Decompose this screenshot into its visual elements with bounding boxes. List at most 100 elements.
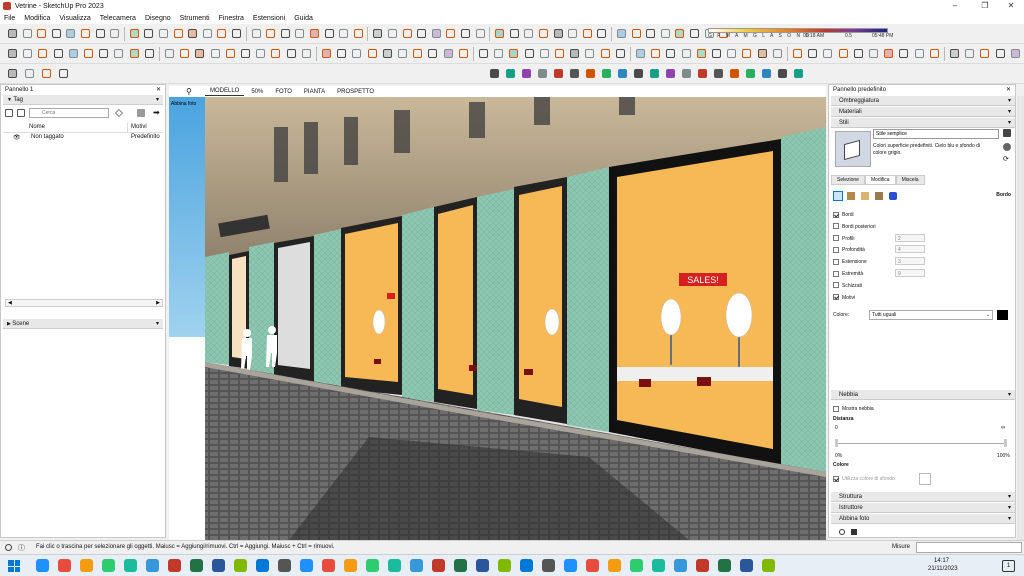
menu-view[interactable]: Visualizza [59,15,90,22]
taskbar-app-icon[interactable] [696,559,709,572]
toolbar-tool-icon[interactable] [279,27,292,40]
toolbar-tool-icon[interactable] [771,47,784,60]
edge-settings-icon[interactable] [833,191,843,201]
toolbar-tool-icon[interactable] [50,27,63,40]
taskbar-app-icon[interactable] [652,559,665,572]
toolbar-tool-icon[interactable] [538,47,551,60]
scene-tab-pianta[interactable]: PIANTA [299,88,330,96]
toolbar-tool-icon[interactable] [381,47,394,60]
toolbar-tool-icon[interactable] [897,47,910,60]
toolbar-tool-icon[interactable] [644,27,657,40]
toolbar-tool-icon[interactable] [285,47,298,60]
show-fog-row[interactable]: Mostra nebbia [833,404,874,414]
toolbar-tool-icon[interactable] [928,47,941,60]
toolbar-tool-icon[interactable] [79,27,92,40]
menu-extensions[interactable]: Estensioni [253,15,285,22]
toolbar-tool-icon[interactable] [688,27,701,40]
toolbar-tool-icon[interactable] [36,47,49,60]
extension-tool-icon[interactable] [648,67,661,80]
toolbar-tool-icon[interactable] [293,27,306,40]
toolbar-tool-icon[interactable] [52,47,65,60]
paint-icon[interactable] [115,109,123,117]
edge-option-row[interactable]: Estremità 9 [833,269,925,279]
toolbar-tool-icon[interactable] [695,47,708,60]
toolbar-tool-icon[interactable] [867,47,880,60]
toolbar-tool-icon[interactable] [128,47,141,60]
taskbar-app-icon[interactable] [564,559,577,572]
tray-scrollbar[interactable] [1017,96,1024,540]
toolbar-tool-icon[interactable] [415,27,428,40]
edge-option-checkbox[interactable] [833,211,839,218]
fog-start-handle[interactable] [835,439,838,447]
toolbar-tool-icon[interactable] [426,47,439,60]
toolbar-tool-icon[interactable] [477,47,490,60]
toolbar-tool-icon[interactable] [523,47,536,60]
taskbar-app-icon[interactable] [102,559,115,572]
toolbar-tool-icon[interactable] [457,47,470,60]
horizontal-scrollbar[interactable]: ◀ ▶ [5,299,163,307]
col-name[interactable]: Nome [29,124,45,130]
extension-tool-icon[interactable] [728,67,741,80]
edge-option-value[interactable]: 4 [895,245,925,254]
toolbar-tool-icon[interactable] [35,27,48,40]
taskbar-app-icon[interactable] [388,559,401,572]
tag-search-input[interactable] [29,108,109,118]
menu-camera[interactable]: Telecamera [100,15,136,22]
scene-tab-50[interactable]: 50% [246,88,268,96]
edge-option-checkbox[interactable] [833,294,839,301]
toolbar-tool-icon[interactable] [710,47,723,60]
toolbar-tool-icon[interactable] [64,27,77,40]
edge-option-row[interactable]: Bordi posteriori [833,222,876,232]
toolbar-tool-icon[interactable] [493,27,506,40]
toolbar-tool-icon[interactable] [913,47,926,60]
tab-selezione[interactable]: Selezione [831,175,865,185]
taskbar-app-icon[interactable] [124,559,137,572]
extension-tool-icon[interactable] [552,67,565,80]
toolbar-tool-icon[interactable] [821,47,834,60]
minimize-button[interactable]: – [940,0,970,12]
toolbar-tool-icon[interactable] [442,47,455,60]
extension-tool-icon[interactable] [504,67,517,80]
toolbar-tool-icon[interactable] [537,27,550,40]
geolocation-icon[interactable] [5,544,12,551]
edge-option-checkbox[interactable] [833,223,839,230]
delete-tag-icon[interactable] [137,109,145,117]
toolbar-tool-icon[interactable] [1009,47,1022,60]
toolbar-tool-icon[interactable] [67,47,80,60]
section-ombreggiatura[interactable]: Ombreggiatura ▾ [831,96,1015,106]
toolbar-tool-icon[interactable] [193,47,206,60]
taskbar-app-icon[interactable] [234,559,247,572]
toolbar-tool-icon[interactable] [323,27,336,40]
toolbar-tool-icon[interactable] [239,47,252,60]
taskbar-app-icon[interactable] [740,559,753,572]
taskbar-app-icon[interactable] [168,559,181,572]
taskbar-app-icon[interactable] [718,559,731,572]
extension-tool-icon[interactable] [488,67,501,80]
scroll-left-icon[interactable]: ◀ [8,300,12,306]
extension-tool-icon[interactable] [664,67,677,80]
taskbar-app-icon[interactable] [674,559,687,572]
tray-close-icon[interactable]: ✕ [1006,85,1011,95]
toolbar-tool-icon[interactable] [300,47,313,60]
watermark-settings-icon[interactable] [875,192,883,200]
toolbar-tool-icon[interactable] [599,47,612,60]
measurements-input[interactable] [916,542,1022,553]
edge-option-checkbox[interactable] [833,247,839,254]
toolbar-tool-icon[interactable] [143,47,156,60]
fog-end-handle[interactable] [1004,439,1007,447]
taskbar-app-icon[interactable] [454,559,467,572]
add-folder-icon[interactable] [17,109,25,117]
show-fog-checkbox[interactable] [833,405,839,412]
edge-option-row[interactable]: Bordi [833,210,854,220]
extension-tool-icon[interactable] [536,67,549,80]
edge-option-row[interactable]: Motivi [833,293,855,303]
refresh-icon[interactable]: ⟳ [1003,155,1009,163]
toolbar-tool-icon[interactable] [254,47,267,60]
toolbar-tool-icon[interactable] [224,47,237,60]
toolbar-tool-icon[interactable] [21,27,34,40]
taskbar-app-icon[interactable] [630,559,643,572]
taskbar-app-icon[interactable] [212,559,225,572]
add-tag-icon[interactable] [5,109,13,117]
windows-start-icon[interactable] [8,560,20,572]
toolbar-tool-icon[interactable] [649,47,662,60]
